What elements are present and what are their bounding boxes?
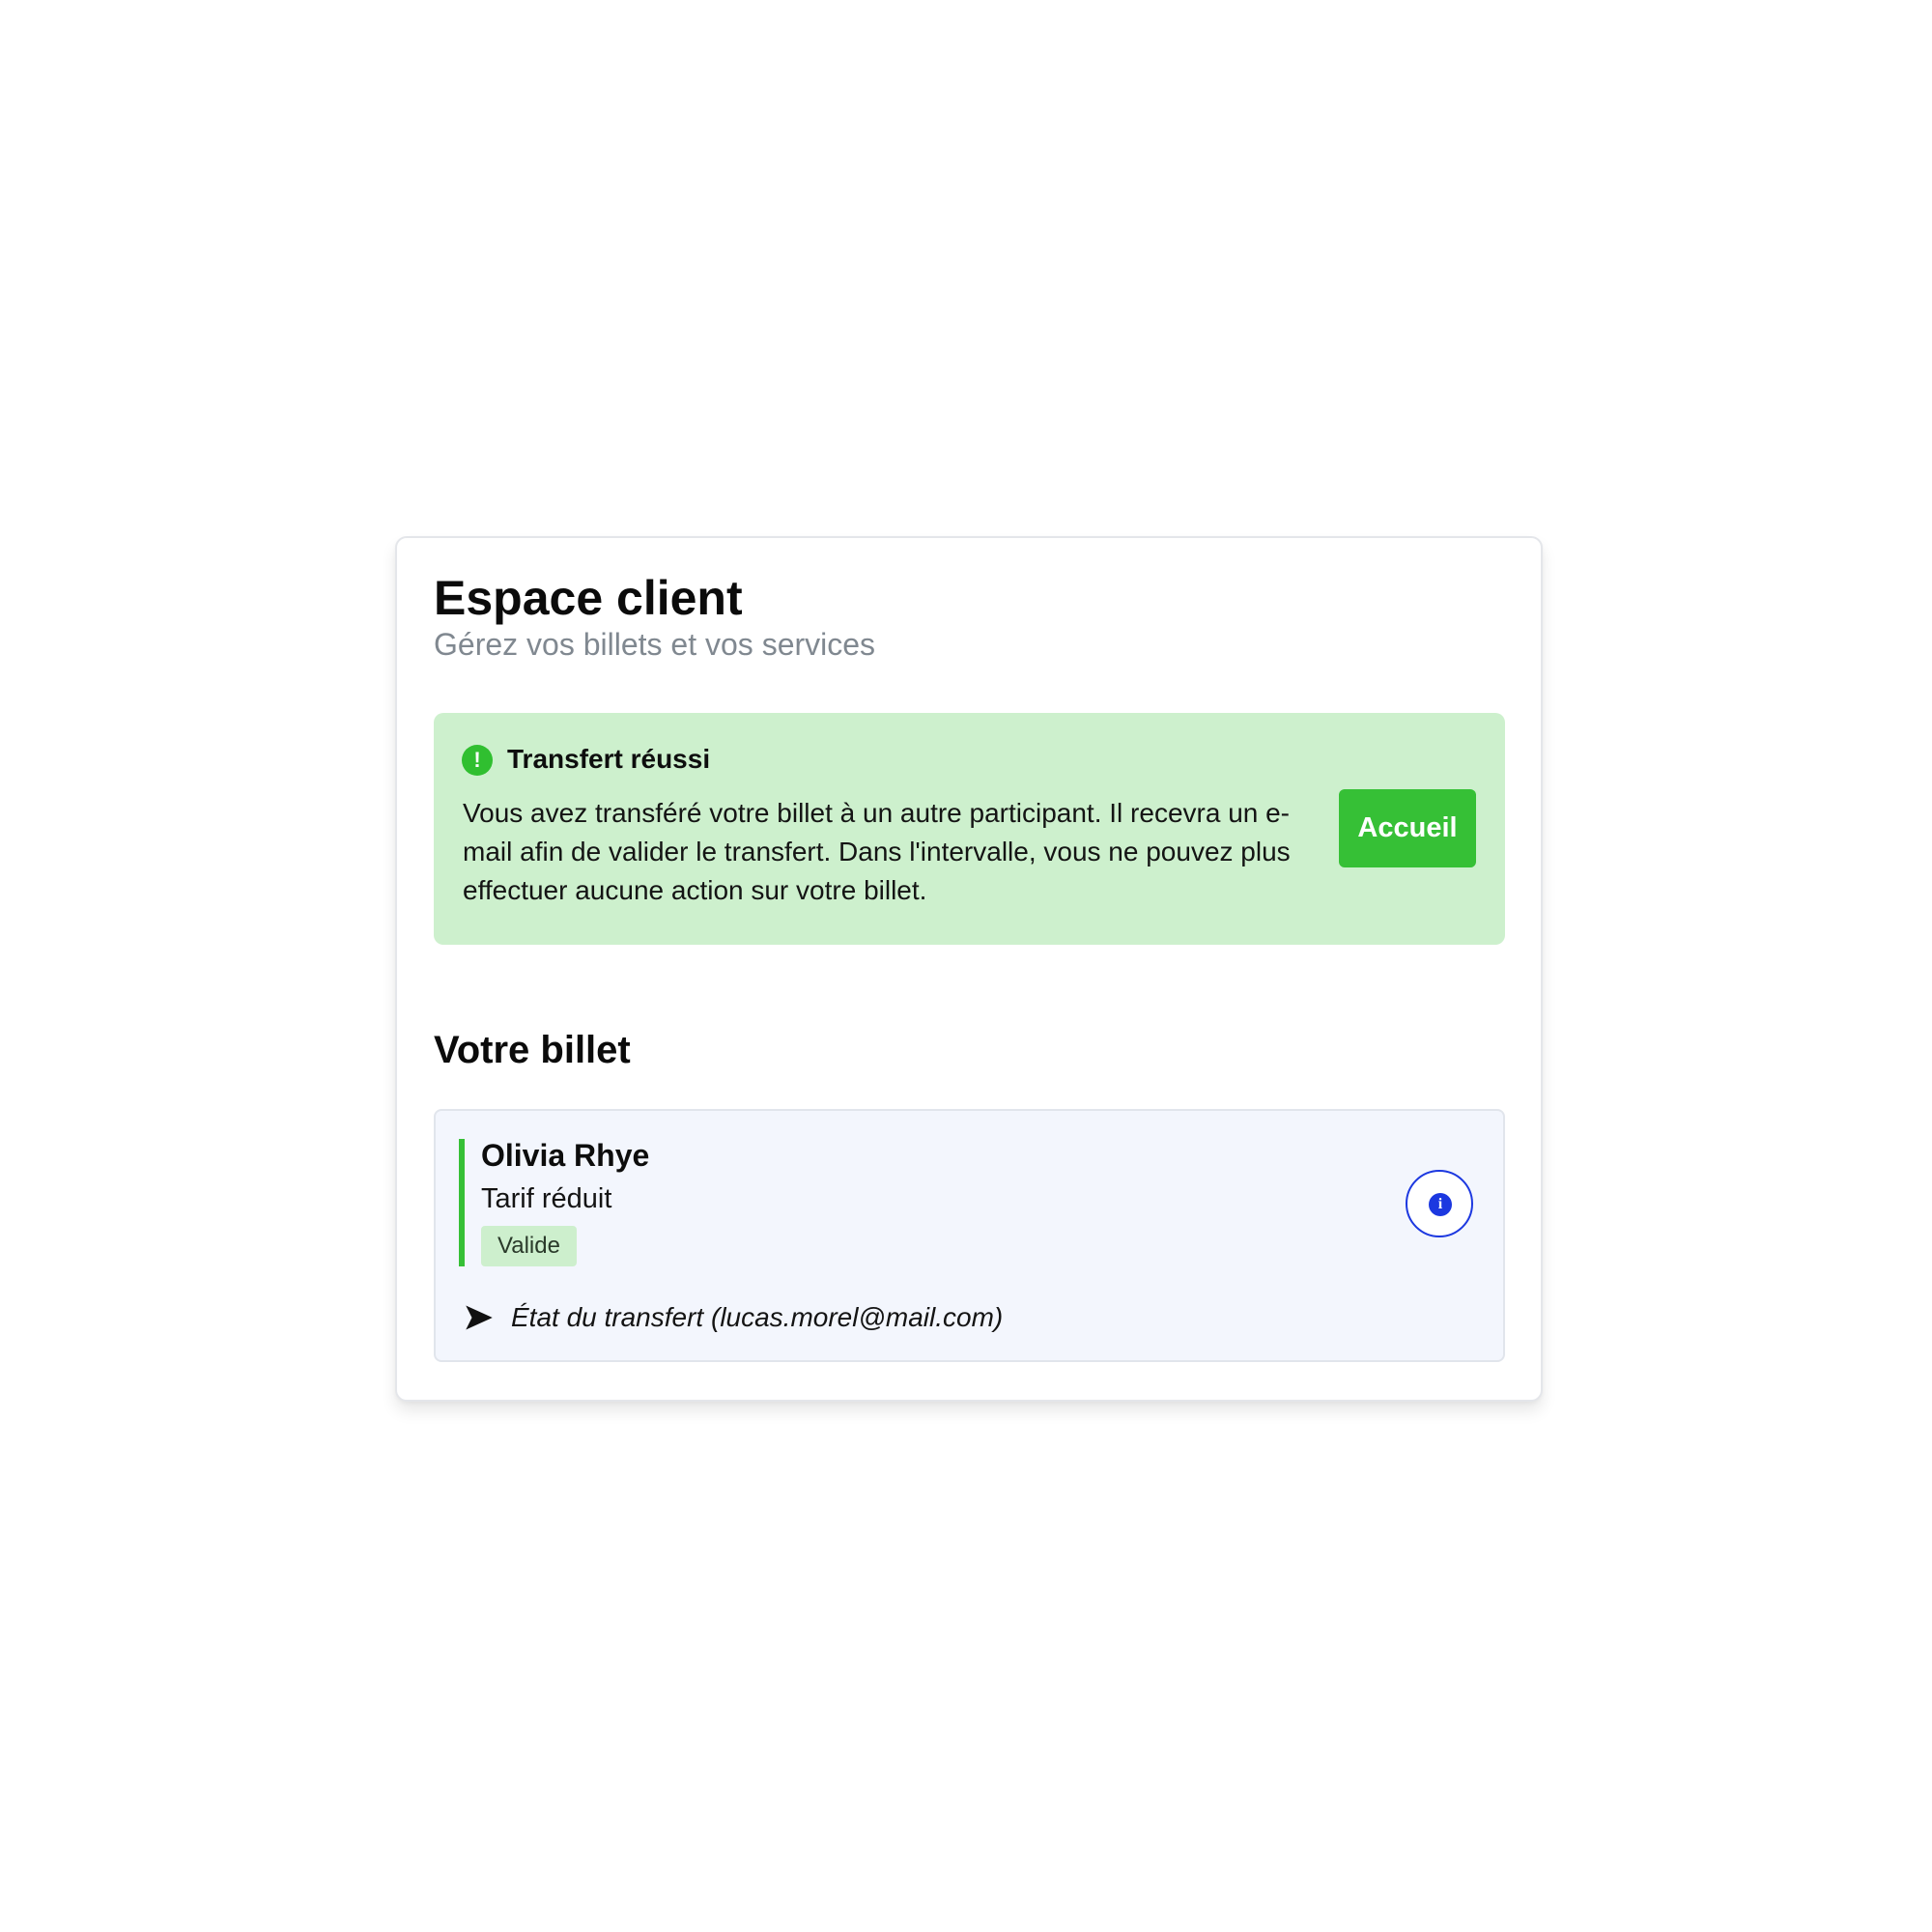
alert-circle-icon: ! — [462, 745, 493, 776]
alert-title: Transfert réussi — [507, 744, 711, 774]
ticket-holder-name: Olivia Rhye — [481, 1138, 650, 1173]
status-badge: Valide — [481, 1226, 577, 1266]
send-icon — [466, 1305, 493, 1330]
section-title: Votre billet — [434, 1029, 631, 1071]
customer-space-card: Espace client Gérez vos billets et vos s… — [395, 536, 1543, 1402]
ticket-card: Olivia Rhye Tarif réduit Valide i État d… — [434, 1109, 1505, 1362]
home-button[interactable]: Accueil — [1339, 789, 1476, 867]
transfer-status-text: État du transfert (lucas.morel@mail.com) — [511, 1302, 1004, 1332]
success-alert: ! Transfert réussi Vous avez transféré v… — [434, 713, 1505, 945]
ticket-accent-bar — [459, 1139, 465, 1266]
alert-message: Vous avez transféré votre billet à un au… — [463, 798, 1291, 905]
transfer-status-row: État du transfert (lucas.morel@mail.com) — [465, 1298, 1003, 1337]
page-subtitle: Gérez vos billets et vos services — [434, 627, 876, 662]
ticket-fare: Tarif réduit — [481, 1183, 612, 1214]
page-title: Espace client — [434, 571, 743, 625]
info-icon: i — [1429, 1193, 1452, 1216]
ticket-info-button[interactable]: i — [1406, 1170, 1473, 1237]
